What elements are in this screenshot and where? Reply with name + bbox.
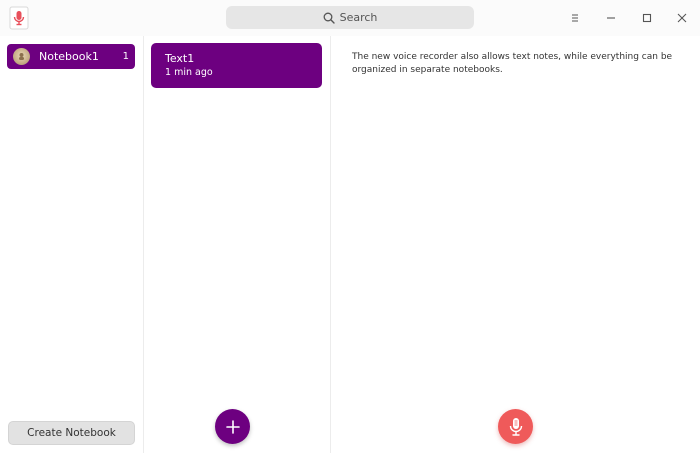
- note-time: 1 min ago: [165, 67, 213, 78]
- search-placeholder: Search: [339, 11, 378, 24]
- list-item[interactable]: Text1 1 min ago: [151, 43, 322, 88]
- note-content[interactable]: The new voice recorder also allows text …: [352, 51, 687, 76]
- notebook-label: Notebook1: [39, 50, 99, 63]
- title-bar: Search: [0, 0, 700, 36]
- add-note-button[interactable]: [215, 409, 250, 444]
- search-field[interactable]: Search: [226, 6, 474, 29]
- close-icon[interactable]: [674, 10, 690, 26]
- search-icon: [323, 12, 335, 24]
- record-button[interactable]: [498, 409, 533, 444]
- note-editor: The new voice recorder also allows text …: [331, 36, 700, 453]
- note-title: Text1: [165, 52, 195, 65]
- create-notebook-button[interactable]: Create Notebook: [8, 421, 135, 445]
- notebook-avatar: [13, 48, 30, 65]
- menu-icon[interactable]: [567, 10, 583, 26]
- sidebar-item-notebook1[interactable]: Notebook1 1: [7, 44, 135, 69]
- plus-icon: [225, 419, 240, 434]
- minimize-icon[interactable]: [603, 10, 619, 26]
- voice-recorder-icon: [8, 6, 30, 30]
- microphone-icon: [509, 417, 522, 436]
- notebook-sidebar: Notebook1 1 Create Notebook: [0, 36, 144, 453]
- notes-list: Text1 1 min ago: [144, 36, 331, 453]
- maximize-icon[interactable]: [639, 10, 655, 26]
- notebook-count: 1: [122, 51, 129, 62]
